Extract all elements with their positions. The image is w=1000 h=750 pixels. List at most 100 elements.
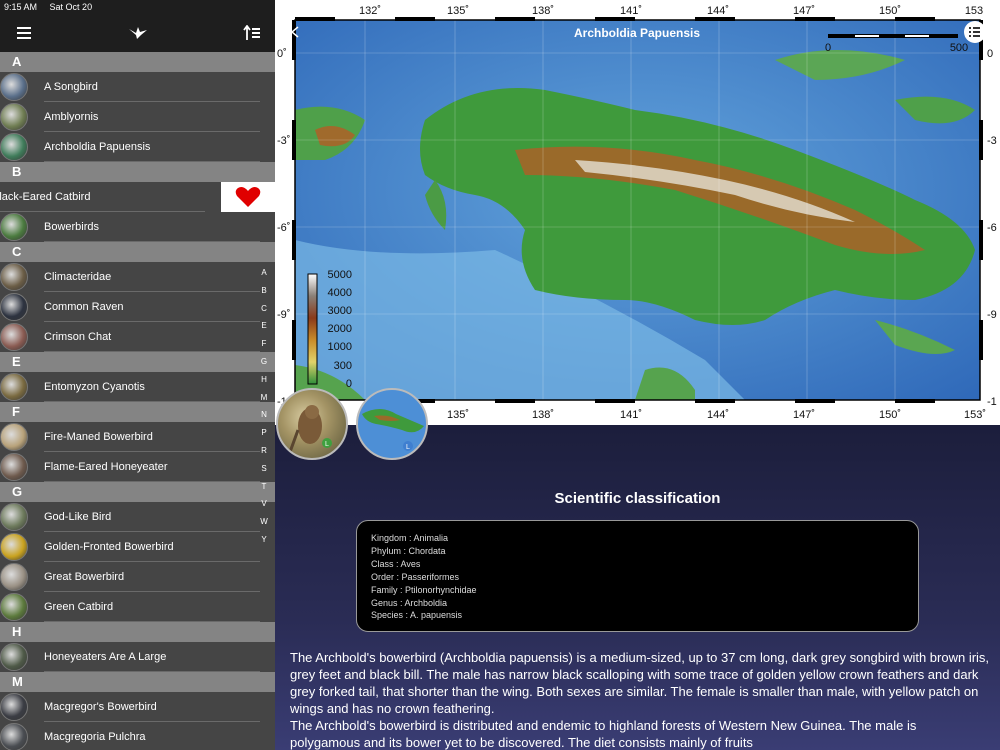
top-tick: 135˚ — [447, 5, 469, 17]
species-row[interactable]: Macgregoria Pulchra — [0, 722, 275, 750]
row-divider — [44, 161, 260, 162]
species-label: Black-Eared Catbird — [0, 191, 91, 203]
index-letter[interactable]: P — [257, 424, 271, 442]
description-paragraph: The Archbold's bowerbird (Archboldia pap… — [290, 650, 990, 716]
species-thumbnail — [0, 643, 28, 671]
favorite-heart-button[interactable] — [221, 182, 275, 212]
index-letter[interactable]: H — [257, 371, 271, 389]
index-letter[interactable]: A — [257, 264, 271, 282]
right-tick: -3 — [987, 135, 997, 147]
section-header: C — [0, 242, 275, 262]
species-row[interactable]: Golden-Fronted Bowerbird — [0, 532, 275, 562]
index-letter[interactable]: V — [257, 495, 271, 513]
species-row[interactable]: Common Raven — [0, 292, 275, 322]
index-letter[interactable]: S — [257, 460, 271, 478]
species-label: Macgregoria Pulchra — [44, 731, 146, 743]
species-row[interactable]: Black-Eared Catbird — [0, 182, 275, 212]
species-thumbnail — [0, 723, 28, 750]
left-tick: -6˚ — [277, 222, 290, 234]
row-divider — [44, 621, 260, 622]
menu-icon[interactable] — [13, 22, 35, 44]
map-list-icon[interactable] — [964, 21, 986, 43]
species-label: Amblyornis — [44, 111, 99, 123]
map-thumbnail[interactable]: L — [356, 388, 428, 460]
index-letter[interactable]: F — [257, 335, 271, 353]
species-row[interactable]: Great Bowerbird — [0, 562, 275, 592]
index-letter[interactable]: E — [257, 317, 271, 335]
map-title: Archboldia Papuensis — [574, 26, 700, 40]
scale-label: 0 — [825, 42, 831, 54]
index-letter[interactable]: T — [257, 478, 271, 496]
species-label: A Songbird — [44, 81, 98, 93]
species-label: Entomyzon Cyanotis — [44, 381, 145, 393]
species-thumbnail — [0, 423, 28, 451]
species-label: Great Bowerbird — [44, 571, 125, 583]
index-letter[interactable]: G — [257, 353, 271, 371]
section-header: F — [0, 402, 275, 422]
bottom-tick: 147˚ — [793, 409, 815, 421]
legend-label: 3000 — [328, 305, 352, 317]
section-header: E — [0, 352, 275, 372]
bottom-tick: 135˚ — [447, 409, 469, 421]
bird-photo-thumbnail[interactable]: L — [276, 388, 348, 460]
species-row[interactable]: Macgregor's Bowerbird — [0, 692, 275, 722]
species-row[interactable]: Archboldia Papuensis — [0, 132, 275, 162]
top-tick: 138˚ — [532, 5, 554, 17]
sidebar: 9:15 AM Sat Oct 20 A A Songbird Amblyornis… — [0, 0, 275, 750]
heart-icon — [235, 187, 261, 207]
section-header: A — [0, 52, 275, 72]
classification-box: Kingdom : Animalia Phylum : Chordata Class… — [356, 520, 919, 632]
species-row[interactable]: Entomyzon Cyanotis — [0, 372, 275, 402]
section-header: B — [0, 162, 275, 182]
species-thumbnail — [0, 103, 28, 131]
thumbnail-badge: L — [325, 441, 329, 448]
row-divider — [44, 671, 260, 672]
bottom-tick: 141˚ — [620, 409, 642, 421]
species-row[interactable]: Honeyeaters Are A Large — [0, 642, 275, 672]
species-description: The Archbold's bowerbird (Archboldia pap… — [290, 649, 990, 750]
top-tick: 144˚ — [707, 5, 729, 17]
index-letter[interactable]: B — [257, 282, 271, 300]
top-tick: 153 — [965, 5, 983, 17]
sort-icon[interactable] — [241, 22, 263, 44]
species-row[interactable]: Crimson Chat — [0, 322, 275, 352]
row-divider — [44, 241, 260, 242]
species-list[interactable]: A A Songbird Amblyornis Archboldia Papuensi… — [0, 52, 275, 750]
left-tick: -9˚ — [277, 309, 290, 321]
index-letter[interactable]: M — [257, 389, 271, 407]
index-letter[interactable]: C — [257, 300, 271, 318]
left-tick: -3˚ — [277, 135, 290, 147]
species-row[interactable]: Climacteridae — [0, 262, 275, 292]
status-time: 9:15 AM — [4, 2, 38, 12]
species-row[interactable]: God-Like Bird — [0, 502, 275, 532]
species-label: Bowerbirds — [44, 221, 100, 233]
range-map[interactable]: 132˚ 135˚ 138˚ 141˚ 144˚ 147˚ 150˚ 153 1… — [275, 0, 1000, 425]
index-letter[interactable]: N — [257, 406, 271, 424]
index-letter[interactable]: R — [257, 442, 271, 460]
bottom-tick: 144˚ — [707, 409, 729, 421]
index-letter[interactable]: W — [257, 513, 271, 531]
species-row[interactable]: Bowerbirds — [0, 212, 275, 242]
legend-label: 5000 — [328, 269, 352, 281]
app: 9:15 AM Sat Oct 20 A A Songbird Amblyornis… — [0, 0, 1000, 750]
sidebar-toolbar — [0, 14, 275, 52]
species-label: Climacteridae — [44, 271, 112, 283]
species-row[interactable]: Flame-Eared Honeyeater — [0, 452, 275, 482]
row-divider — [44, 351, 260, 352]
species-row[interactable]: A Songbird — [0, 72, 275, 102]
species-label: Honeyeaters Are A Large — [44, 651, 167, 663]
species-label: Crimson Chat — [44, 331, 112, 343]
classification-title: Scientific classification — [554, 490, 721, 507]
species-label: Flame-Eared Honeyeater — [44, 461, 168, 473]
species-thumbnail — [0, 323, 28, 351]
legend-label: 0 — [346, 378, 352, 390]
species-row[interactable]: Green Catbird — [0, 592, 275, 622]
species-label: Green Catbird — [44, 601, 114, 613]
description-paragraph: The Archbold's bowerbird is distributed … — [290, 718, 917, 750]
alphabet-index[interactable]: ABCEFGHMNPRSTVWY — [257, 264, 271, 549]
species-label: Macgregor's Bowerbird — [44, 701, 157, 713]
species-row[interactable]: Amblyornis — [0, 102, 275, 132]
left-tick: 0˚ — [277, 48, 287, 60]
species-row[interactable]: Fire-Maned Bowerbird — [0, 422, 275, 452]
index-letter[interactable]: Y — [257, 531, 271, 549]
